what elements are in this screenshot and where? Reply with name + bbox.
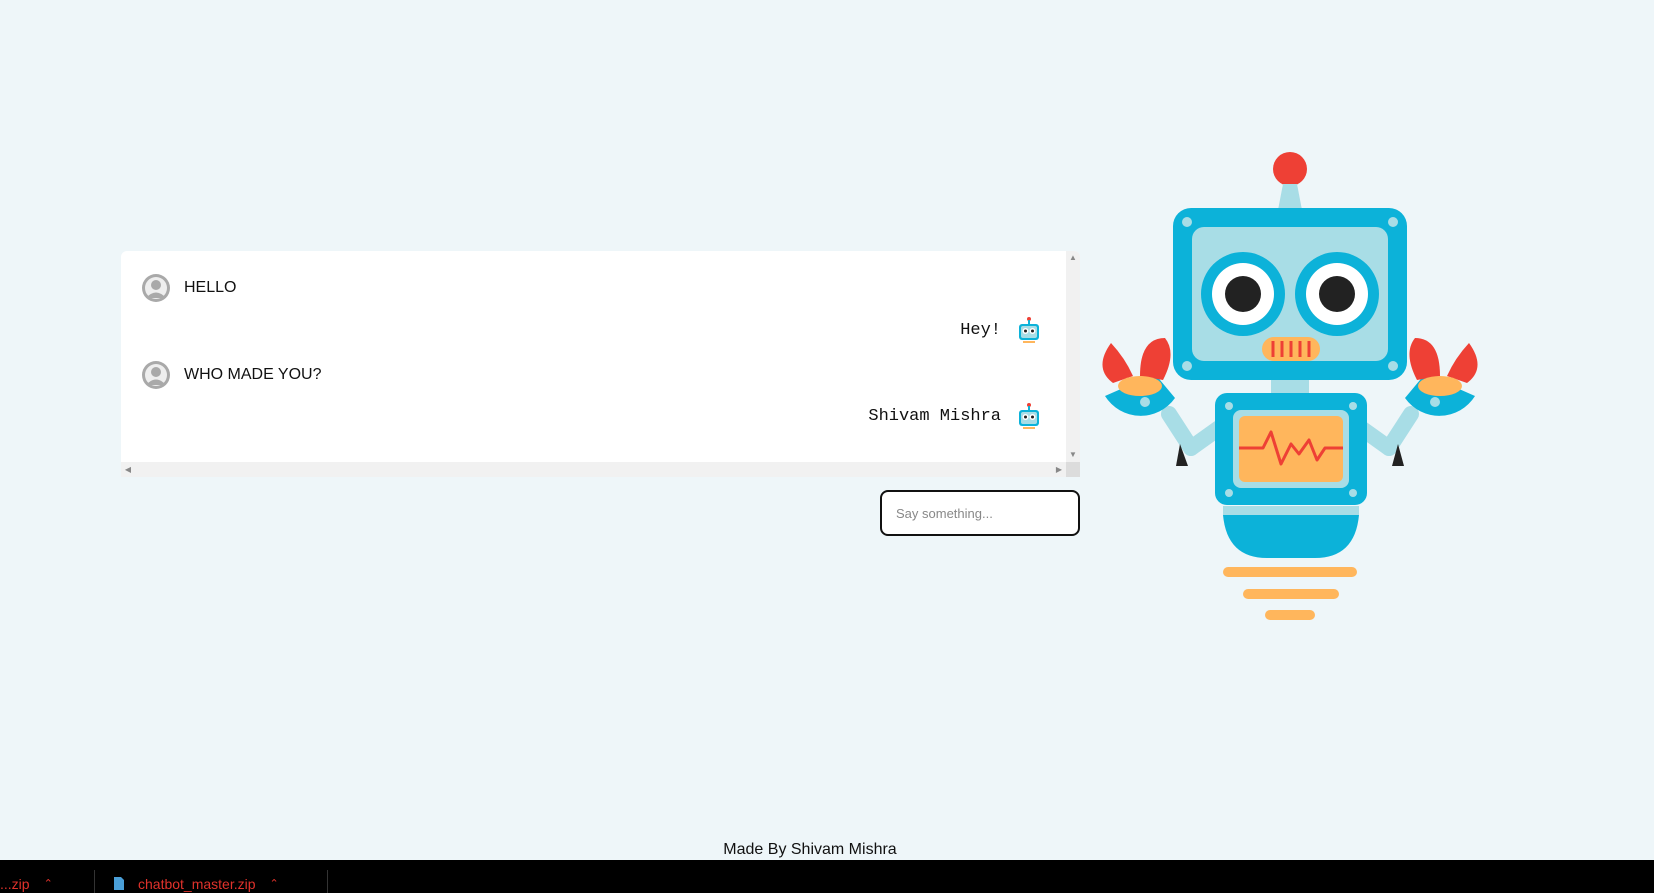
- robot-illustration: [1102, 152, 1478, 620]
- bot-message: Shivam Mishra: [868, 401, 1041, 431]
- horizontal-scrollbar[interactable]: ◀ ▶: [121, 462, 1066, 477]
- download-item-name: chatbot_master.zip: [138, 875, 256, 892]
- bot-avatar-icon: [1019, 317, 1039, 343]
- scroll-right-arrow-icon[interactable]: ▶: [1052, 462, 1066, 477]
- user-message: HELLO: [142, 273, 236, 303]
- bot-avatar-icon: [1019, 403, 1039, 429]
- footer-credit: Made By Shivam Mishra: [723, 841, 897, 858]
- scroll-left-arrow-icon[interactable]: ◀: [121, 462, 135, 477]
- chat-log[interactable]: HELLO Hey! WHO MADE YOU? Shivam Mishra: [121, 251, 1066, 462]
- user-avatar-icon: [142, 274, 170, 302]
- user-message-text: HELLO: [184, 279, 237, 296]
- scroll-up-arrow-icon[interactable]: ▲: [1066, 251, 1080, 265]
- user-message-text: WHO MADE YOU?: [184, 366, 322, 383]
- bot-message: Hey!: [960, 315, 1041, 345]
- chevron-up-icon[interactable]: ⌃: [270, 877, 279, 890]
- scroll-down-arrow-icon[interactable]: ▼: [1066, 448, 1080, 462]
- download-bar: ...zip ⌃ chatbot_master.zip ⌃: [0, 860, 1654, 893]
- download-item[interactable]: ...zip ⌃: [0, 874, 53, 893]
- download-item[interactable]: chatbot_master.zip ⌃: [114, 874, 279, 893]
- scrollbar-corner: [1066, 462, 1080, 477]
- chevron-up-icon[interactable]: ⌃: [44, 877, 53, 890]
- message-input[interactable]: [880, 490, 1080, 536]
- user-message: WHO MADE YOU?: [142, 360, 322, 390]
- vertical-scrollbar[interactable]: ▲ ▼: [1066, 251, 1080, 462]
- download-item-name: ...zip: [0, 875, 30, 892]
- bot-message-text: Hey!: [960, 320, 1001, 340]
- bot-message-text: Shivam Mishra: [868, 406, 1001, 426]
- divider: [327, 870, 328, 893]
- chat-box: HELLO Hey! WHO MADE YOU? Shivam Mishra ▲…: [121, 251, 1080, 477]
- file-icon: [114, 877, 124, 890]
- user-avatar-icon: [142, 361, 170, 389]
- divider: [94, 870, 95, 893]
